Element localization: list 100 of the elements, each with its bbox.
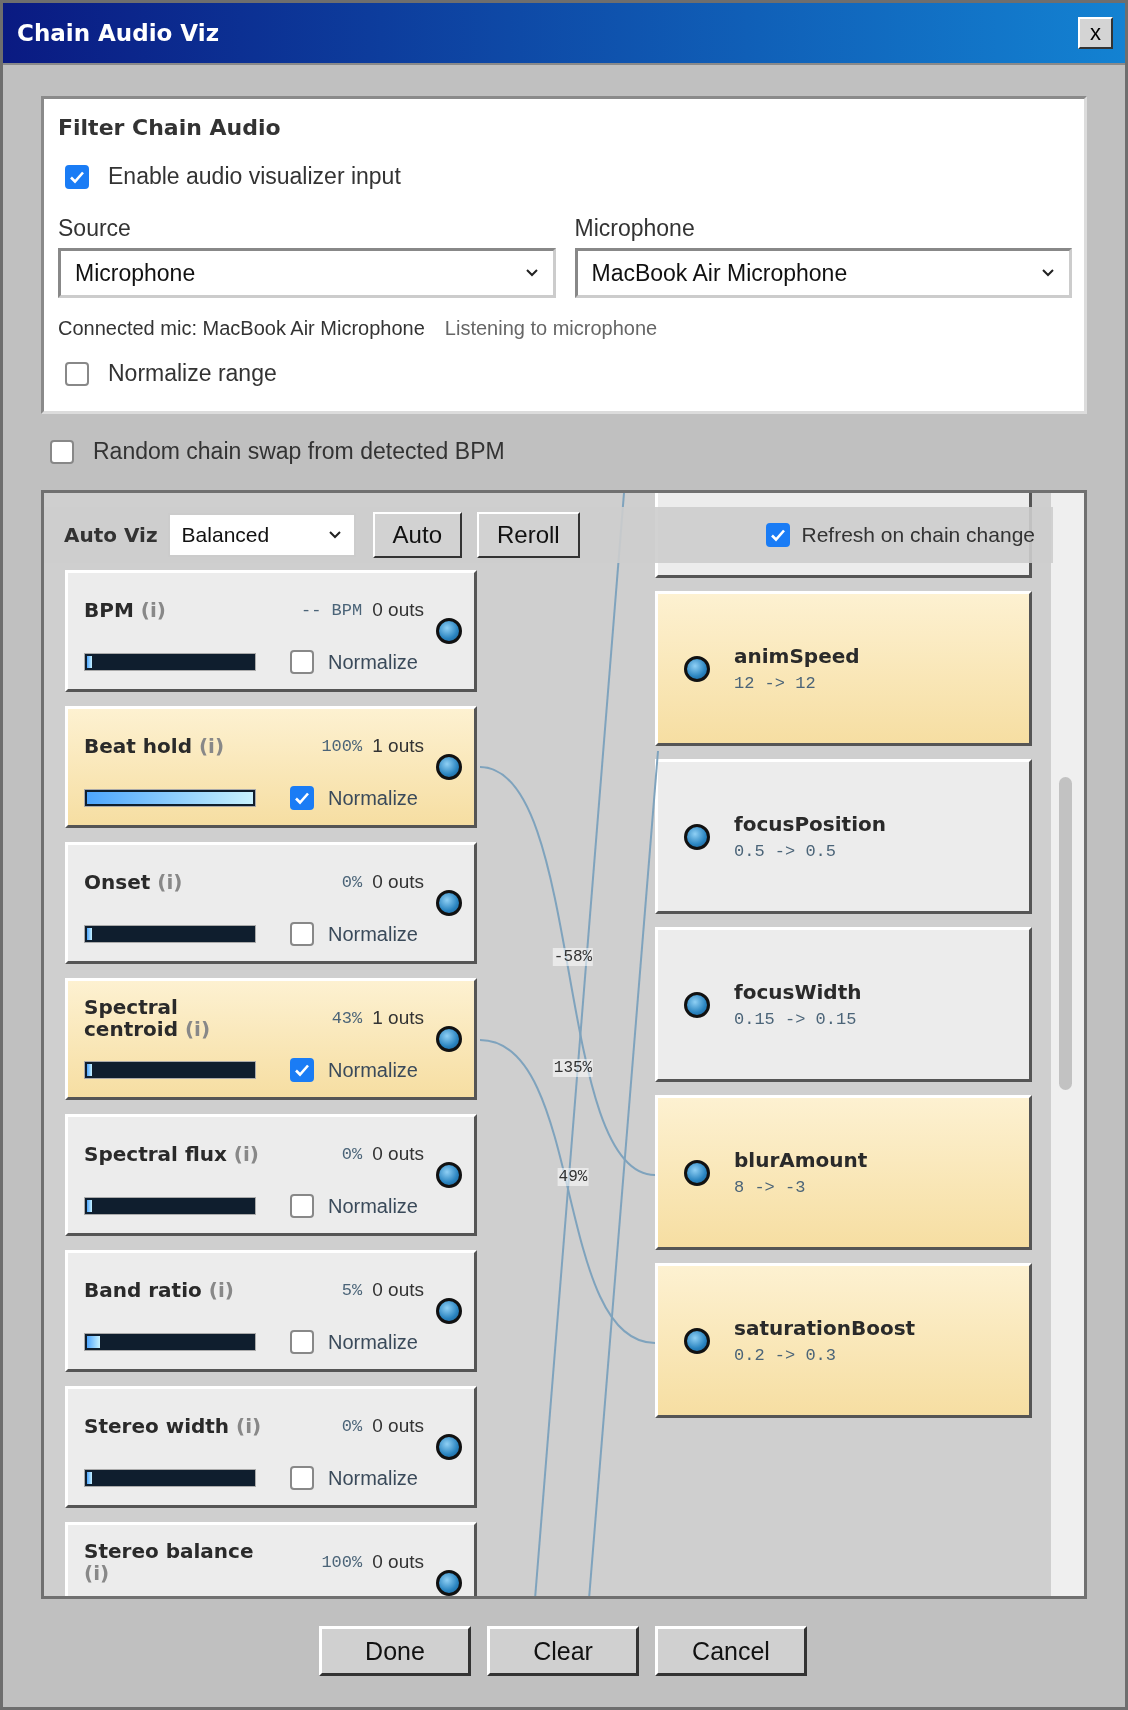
chevron-icon (524, 268, 539, 278)
toolbar-button[interactable]: Reroll (477, 512, 580, 558)
status-text: Listening to microphone (444, 317, 658, 340)
target-node[interactable]: animSpeed 12 -> 12 (655, 591, 1032, 746)
chevron-icon (327, 530, 342, 540)
checkbox-label: Normalize (327, 922, 418, 946)
source-node[interactable]: Band ratio (i) 5% 0 outs Normalize (65, 1250, 477, 1372)
node-value: 43% (331, 1008, 363, 1028)
checkbox[interactable] (289, 786, 314, 810)
source-node[interactable]: Spectral centroid (i) 43% 1 outs Normalize (65, 978, 477, 1100)
port-icon[interactable] (436, 754, 462, 780)
outs-count: 0 outs (372, 1143, 424, 1165)
checkbox-label: Enable audio visualizer input (108, 163, 401, 190)
close-button[interactable]: x (1078, 17, 1113, 49)
node-title: Spectral centroid (i) (84, 996, 212, 1040)
checkbox[interactable] (65, 164, 89, 189)
outs-count: 0 outs (372, 1415, 424, 1437)
checkbox-label: Normalize (327, 1466, 418, 1490)
dialog-button[interactable]: Done (319, 1626, 471, 1676)
source-node[interactable]: Spectral flux (i) 0% 0 outs Normalize (65, 1114, 477, 1236)
target-node[interactable]: focusPosition 0.5 -> 0.5 (655, 759, 1032, 914)
outs-count: 1 outs (372, 1007, 424, 1029)
port-icon[interactable] (684, 1159, 710, 1186)
checkbox-label: Normalize range (108, 360, 277, 387)
checkbox-label: Normalize (327, 786, 418, 810)
checkbox-label: Normalize (327, 1058, 418, 1082)
checkbox-label: Random chain swap from detected BPM (93, 438, 505, 465)
scrollbar[interactable] (1051, 493, 1084, 1596)
node-value: 0% (341, 1144, 363, 1164)
toolbar-label: Auto Viz (64, 523, 158, 547)
port-icon[interactable] (436, 1434, 462, 1460)
checkbox[interactable] (289, 1058, 314, 1082)
source-node[interactable]: BPM (i) -- BPM 0 outs Normalize (65, 570, 477, 692)
window-title: Chain Audio Viz (17, 20, 220, 46)
checkbox-label: Normalize (327, 1330, 418, 1354)
node-value: 0.2 -> 0.3 (734, 1346, 838, 1365)
node-title: focusPosition (734, 812, 886, 836)
source-node[interactable]: Stereo balance (i) 100% 0 outs (65, 1522, 477, 1596)
dialog-button[interactable]: Cancel (655, 1626, 807, 1676)
checkbox[interactable] (289, 1330, 314, 1354)
wire-label: -58% (552, 948, 594, 966)
target-node[interactable]: focusWidth 0.15 -> 0.15 (655, 927, 1032, 1082)
node-title: Band ratio (i) (84, 1279, 235, 1301)
checkbox[interactable] (289, 1194, 314, 1218)
node-title: Onset (i) (84, 871, 184, 893)
node-value: 5% (341, 1280, 363, 1300)
node-value: 0% (341, 872, 363, 892)
port-icon[interactable] (436, 618, 462, 644)
node-value: 8 -> -3 (734, 1178, 807, 1197)
node-title: Stereo balance (i) (84, 1540, 255, 1584)
port-icon[interactable] (684, 823, 710, 850)
source-node[interactable]: Stereo width (i) 0% 0 outs Normalize (65, 1386, 477, 1508)
port-icon[interactable] (436, 1570, 462, 1596)
outs-count: 0 outs (372, 1279, 424, 1301)
port-icon[interactable] (684, 655, 710, 682)
mode-dropdown[interactable]: Balanced (167, 513, 356, 557)
node-value: 100% (321, 1552, 363, 1572)
node-title: Spectral flux (i) (84, 1143, 260, 1165)
node-title: animSpeed (734, 644, 860, 668)
dialog-button[interactable]: Clear (487, 1626, 639, 1676)
target-node[interactable]: blurAmount 8 -> -3 (655, 1095, 1032, 1250)
checkbox-label: Normalize (327, 650, 418, 674)
checkbox[interactable] (65, 361, 89, 386)
node-value: -- BPM (301, 600, 363, 620)
checkbox[interactable] (50, 439, 74, 464)
port-icon[interactable] (684, 1327, 710, 1354)
field-label: Source (58, 215, 132, 242)
node-title: blurAmount (734, 1148, 868, 1172)
checkbox[interactable] (765, 523, 790, 547)
checkbox[interactable] (289, 1466, 314, 1490)
wire-label: 49% (557, 1168, 589, 1186)
node-title: saturationBoost (734, 1316, 916, 1340)
checkbox[interactable] (289, 650, 314, 674)
field-label: Microphone (574, 215, 696, 242)
port-icon[interactable] (684, 991, 710, 1018)
source-node[interactable]: Beat hold (i) 100% 1 outs Normalize (65, 706, 477, 828)
source-dropdown[interactable]: Microphone (58, 248, 556, 298)
outs-count: 0 outs (372, 871, 424, 893)
node-value: 0% (341, 1416, 363, 1436)
microphone-dropdown[interactable]: MacBook Air Microphone (574, 248, 1072, 298)
node-value: 100% (321, 736, 363, 756)
outs-count: 1 outs (372, 735, 424, 757)
outs-count: 0 outs (372, 599, 424, 621)
node-title: BPM (i) (84, 599, 167, 621)
node-value: 12 -> 12 (734, 674, 817, 693)
target-node[interactable]: saturationBoost 0.2 -> 0.3 (655, 1263, 1032, 1418)
outs-count: 0 outs (372, 1551, 424, 1573)
connected-text: Connected mic: MacBook Air Microphone (58, 317, 425, 340)
port-icon[interactable] (436, 1298, 462, 1324)
wire-label: 135% (552, 1059, 594, 1077)
node-title: Beat hold (i) (84, 735, 226, 757)
node-value: 0.5 -> 0.5 (734, 842, 838, 861)
port-icon[interactable] (436, 1026, 462, 1052)
toolbar-button[interactable]: Auto (372, 512, 462, 558)
port-icon[interactable] (436, 890, 462, 916)
node-title: focusWidth (734, 980, 862, 1004)
source-node[interactable]: Onset (i) 0% 0 outs Normalize (65, 842, 477, 964)
checkbox[interactable] (289, 922, 314, 946)
port-icon[interactable] (436, 1162, 462, 1188)
chevron-icon (1041, 268, 1055, 278)
